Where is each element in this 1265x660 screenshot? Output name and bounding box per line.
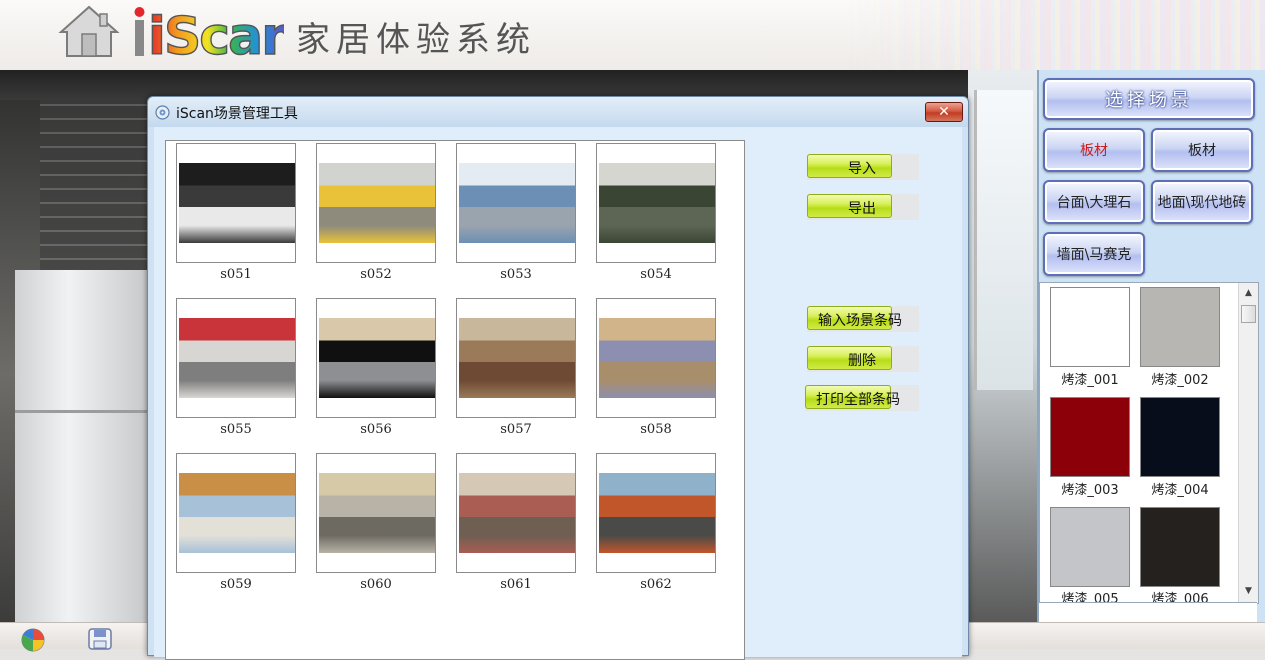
scene-thumbnail-image [459, 163, 575, 243]
category-label: 板材 [1080, 143, 1108, 159]
save-icon[interactable] [88, 628, 112, 650]
scene-thumbnail-frame[interactable] [176, 143, 296, 263]
scene-thumbnail-frame[interactable] [316, 453, 436, 573]
category-board-button-2[interactable]: 板材 [1151, 128, 1253, 172]
scene-thumbnail-image [599, 163, 715, 243]
scene-thumbnail-frame[interactable] [316, 143, 436, 263]
select-scene-button[interactable]: 选择场景 [1043, 78, 1255, 120]
header-decoration [845, 0, 1265, 70]
scene-thumbnail-image [319, 318, 435, 398]
enter-barcode-button-label: 输入场景条码 [818, 313, 902, 329]
scene-thumbnail-grid[interactable]: s051 s052 s053 s054 s055 s056 s057 s058 s059 s060… [165, 140, 745, 660]
scene-thumbnail-label: s060 [360, 577, 392, 592]
material-swatch[interactable] [1140, 397, 1220, 477]
material-label: 烤漆_004 [1151, 483, 1209, 498]
category-label: 台面\大理石 [1056, 195, 1132, 211]
scene-thumbnail-image [459, 318, 575, 398]
scene-thumbnail-label: s062 [640, 577, 672, 592]
material-list-scrollbar[interactable]: ▲ ▼ [1238, 283, 1258, 603]
scene-thumbnail-image [319, 473, 435, 553]
scene-thumbnail-frame[interactable] [456, 143, 576, 263]
scene-thumbnail-frame[interactable] [456, 298, 576, 418]
scene-thumbnail-label: s053 [500, 267, 532, 282]
scene-thumbnail-image [599, 318, 715, 398]
scene-thumbnail-frame[interactable] [176, 453, 296, 573]
scene-thumbnail-frame[interactable] [456, 453, 576, 573]
scene-thumbnail-frame[interactable] [596, 143, 716, 263]
category-countertop-button[interactable]: 台面\大理石 [1043, 180, 1145, 224]
print-all-barcodes-button[interactable]: 打印全部条码 [805, 385, 919, 411]
scene-thumbnail-frame[interactable] [316, 298, 436, 418]
material-swatch[interactable] [1050, 397, 1130, 477]
iscan-logo: iScan [134, 6, 284, 60]
scene-thumbnail-image [179, 473, 295, 553]
scene-thumbnail-label: s059 [220, 577, 252, 592]
scene-thumbnail-frame[interactable] [596, 298, 716, 418]
scene-thumbnail-label: s058 [640, 422, 672, 437]
scene-refrigerator [15, 270, 152, 622]
app-header: iScan 家居体验系统 [0, 0, 1265, 71]
dialog-titlebar[interactable]: iScan场景管理工具 ✕ [148, 97, 968, 127]
close-button[interactable]: ✕ [925, 102, 963, 122]
material-label: 烤漆_002 [1151, 373, 1209, 388]
scene-thumbnail-image [179, 318, 295, 398]
scene-thumbnail-image [599, 473, 715, 553]
home-icon[interactable] [58, 4, 120, 58]
chart-icon[interactable] [20, 627, 46, 653]
scene-thumbnail-label: s055 [220, 422, 252, 437]
disc-icon [155, 105, 170, 120]
import-button[interactable]: 导入 [807, 154, 919, 180]
delete-button[interactable]: 删除 [807, 346, 919, 372]
material-label: 烤漆_001 [1061, 373, 1119, 388]
scroll-up-arrow-icon[interactable]: ▲ [1239, 285, 1258, 301]
dialog-title: iScan场景管理工具 [176, 106, 298, 122]
material-panel-footer [1039, 602, 1257, 623]
export-button-label: 导出 [848, 201, 876, 217]
scene-thumbnail-image [319, 163, 435, 243]
delete-button-label: 删除 [848, 353, 876, 369]
category-label: 板材 [1188, 143, 1216, 159]
category-wall-button[interactable]: 墙面\马赛克 [1043, 232, 1145, 276]
scene-thumbnail-frame[interactable] [176, 298, 296, 418]
scene-window [968, 70, 1037, 622]
import-button-label: 导入 [848, 161, 876, 177]
scene-thumbnail-label: s057 [500, 422, 532, 437]
material-panel: 选择场景 板材 板材 台面\大理石 地面\现代地砖 墙面\马赛克 烤漆_001 … [1037, 70, 1265, 623]
category-board-button[interactable]: 板材 [1043, 128, 1145, 172]
svg-text:iScan: iScan [148, 7, 284, 60]
enter-barcode-button[interactable]: 输入场景条码 [807, 306, 919, 332]
category-floor-button[interactable]: 地面\现代地砖 [1151, 180, 1253, 224]
category-label: 墙面\马赛克 [1056, 247, 1132, 263]
export-button[interactable]: 导出 [807, 194, 919, 220]
scrollbar-thumb[interactable] [1241, 305, 1256, 323]
material-label: 烤漆_003 [1061, 483, 1119, 498]
app-title: 家居体验系统 [296, 20, 536, 60]
scroll-down-arrow-icon[interactable]: ▼ [1239, 583, 1258, 599]
material-swatch[interactable] [1140, 287, 1220, 367]
scene-thumbnail-image [179, 163, 295, 243]
material-swatch[interactable] [1050, 287, 1130, 367]
scene-thumbnail-label: s054 [640, 267, 672, 282]
scene-thumbnail-frame[interactable] [596, 453, 716, 573]
category-label: 地面\现代地砖 [1157, 195, 1247, 211]
material-swatch[interactable] [1140, 507, 1220, 587]
scene-thumbnail-label: s056 [360, 422, 392, 437]
scene-thumbnail-label: s051 [220, 267, 252, 282]
print-all-barcodes-button-label: 打印全部条码 [816, 392, 900, 408]
scene-thumbnail-image [459, 473, 575, 553]
material-swatch[interactable] [1050, 507, 1130, 587]
scene-thumbnail-label: s052 [360, 267, 392, 282]
scene-thumbnail-label: s061 [500, 577, 532, 592]
dialog-body: s051 s052 s053 s054 s055 s056 s057 s058 s059 s060… [154, 127, 962, 660]
scene-manager-dialog: iScan场景管理工具 ✕ s051 s052 s053 s054 s055 s056 s0… [147, 96, 969, 660]
material-swatch-list[interactable]: 烤漆_001 烤漆_002 烤漆_003 烤漆_004 烤漆_005 烤漆_00… [1039, 282, 1259, 604]
